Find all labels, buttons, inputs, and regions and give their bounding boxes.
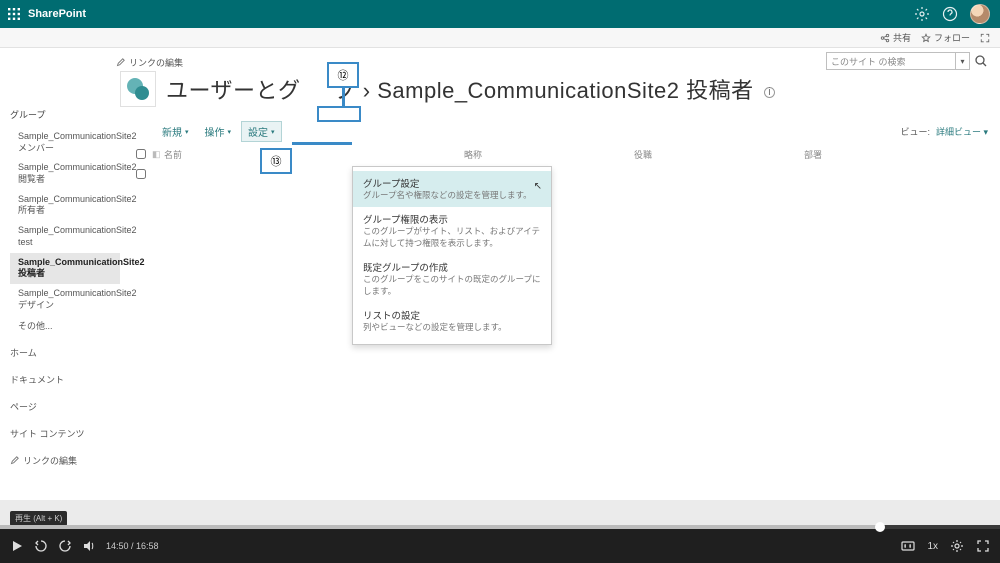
annotation-13-line bbox=[292, 142, 352, 145]
progress-fill bbox=[0, 525, 880, 529]
main-area: リンクの編集 ユーザーとグ プ › Sample_CommunicationSi… bbox=[120, 48, 1000, 467]
cursor-icon: ↖ bbox=[534, 181, 542, 192]
time-display: 14:50 / 16:58 bbox=[106, 541, 159, 551]
progress-track[interactable] bbox=[0, 525, 1000, 529]
sidebar-item-test[interactable]: Sample_CommunicationSite2 test bbox=[10, 221, 120, 252]
player-settings-icon[interactable] bbox=[950, 539, 964, 553]
play-button[interactable] bbox=[10, 539, 24, 553]
nav-site-contents[interactable]: サイト コンテンツ bbox=[10, 423, 120, 444]
menu-group-settings[interactable]: グループ設定 グループ名や権限などの設定を管理します。 bbox=[353, 171, 551, 207]
avatar[interactable] bbox=[970, 4, 990, 24]
sidebar-item-owners[interactable]: Sample_CommunicationSite2 所有者 bbox=[10, 190, 120, 221]
app-launcher[interactable] bbox=[0, 8, 28, 20]
follow-button[interactable]: フォロー bbox=[921, 31, 970, 44]
toolbar-actions[interactable]: 操作▾ bbox=[199, 122, 238, 141]
settings-menu: グループ設定 グループ名や権限などの設定を管理します。 ↖ グループ権限の表示 … bbox=[352, 166, 552, 345]
sidebar-item-visitors[interactable]: Sample_CommunicationSite2 閲覧者 bbox=[10, 158, 120, 189]
col-name[interactable]: 名前 bbox=[164, 148, 464, 161]
play-tooltip: 再生 (Alt + K) bbox=[10, 511, 67, 526]
sidebar-item-members[interactable]: Sample_CommunicationSite2 メンバー bbox=[10, 127, 120, 158]
edit-links-left[interactable]: リンクの編集 bbox=[10, 454, 120, 467]
annotation-12-line bbox=[342, 88, 345, 106]
nav-pages[interactable]: ページ bbox=[10, 396, 120, 417]
volume-icon[interactable] bbox=[82, 539, 96, 553]
site-logo[interactable] bbox=[120, 71, 156, 107]
nav-home[interactable]: ホーム bbox=[10, 342, 120, 363]
help-icon[interactable] bbox=[942, 6, 958, 22]
settings-icon[interactable] bbox=[914, 6, 930, 22]
suite-bar: SharePoint bbox=[0, 0, 1000, 28]
video-letterbox bbox=[0, 500, 1000, 525]
toolbar-new[interactable]: 新規▾ bbox=[156, 122, 195, 141]
annotation-13: ⑬ bbox=[260, 148, 292, 174]
sidebar-item-design[interactable]: Sample_CommunicationSite2 デザイン bbox=[10, 284, 120, 315]
menu-view-permissions[interactable]: グループ権限の表示 このグループがサイト、リスト、およびアイテムに対して持つ権限… bbox=[353, 207, 551, 255]
nav-section-groups: グループ bbox=[10, 108, 120, 121]
menu-make-default[interactable]: 既定グループの作成 このグループをこのサイトの既定のグループにします。 bbox=[353, 255, 551, 303]
nav-documents[interactable]: ドキュメント bbox=[10, 369, 120, 390]
view-selector[interactable]: 詳細ビュー ▾ bbox=[936, 125, 988, 138]
skip-fwd-icon[interactable] bbox=[58, 539, 72, 553]
progress-knob[interactable] bbox=[875, 522, 885, 532]
info-icon[interactable]: i bbox=[764, 87, 775, 98]
row-checkbox[interactable] bbox=[136, 169, 146, 179]
menu-list-settings[interactable]: リストの設定 列やビューなどの設定を管理します。 bbox=[353, 303, 551, 339]
sidebar-item-more[interactable]: その他... bbox=[10, 315, 120, 336]
col-4[interactable]: 部署 bbox=[804, 148, 974, 161]
col-3[interactable]: 役職 bbox=[634, 148, 804, 161]
page-title: ユーザーとグ プ › Sample_CommunicationSite2 投稿者… bbox=[166, 73, 775, 105]
sidebar-item-contributors[interactable]: Sample_CommunicationSite2 投稿者 bbox=[10, 253, 120, 284]
list-toolbar: 新規▾ 操作▾ 設定▾ ビュー: 詳細ビュー ▾ bbox=[156, 121, 988, 142]
view-label: ビュー: bbox=[900, 125, 930, 138]
speed-button[interactable]: 1x bbox=[927, 541, 938, 552]
annotation-12: ⑫ bbox=[327, 62, 359, 88]
col-2[interactable]: 略称 bbox=[464, 148, 634, 161]
ribbon-bar: 共有 フォロー bbox=[0, 28, 1000, 48]
fullscreen-icon[interactable] bbox=[976, 539, 990, 553]
skip-back-icon[interactable] bbox=[34, 539, 48, 553]
title-row: ユーザーとグ プ › Sample_CommunicationSite2 投稿者… bbox=[120, 71, 988, 107]
select-all-checkbox[interactable] bbox=[136, 149, 146, 159]
toolbar-settings[interactable]: 設定▾ bbox=[241, 121, 282, 142]
focus-icon[interactable] bbox=[980, 33, 990, 43]
edit-links-top[interactable]: リンクの編集 bbox=[116, 56, 988, 69]
captions-icon[interactable] bbox=[901, 539, 915, 553]
left-nav: グループ Sample_CommunicationSite2 メンバー Samp… bbox=[0, 48, 120, 467]
suite-title[interactable]: SharePoint bbox=[28, 8, 86, 20]
video-player: 再生 (Alt + K) 14:50 / 16:58 1x bbox=[0, 525, 1000, 563]
share-button[interactable]: 共有 bbox=[880, 31, 911, 44]
